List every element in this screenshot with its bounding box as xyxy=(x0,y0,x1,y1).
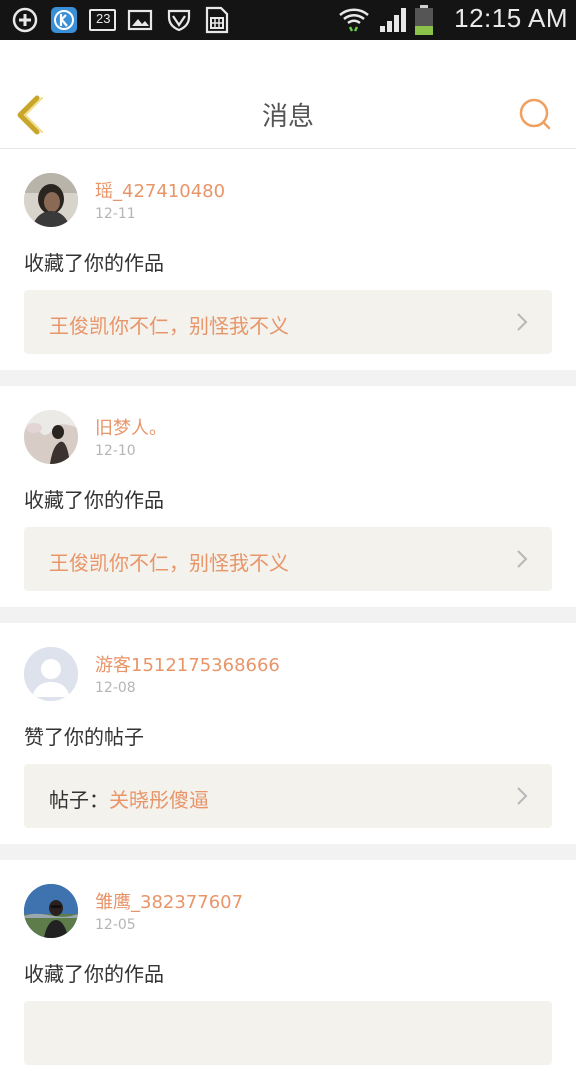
message-item[interactable]: 瑶_427410480 12-11 收藏了你的作品 王俊凯你不仁，别怪我不义 xyxy=(0,149,576,370)
message-date: 12-10 xyxy=(95,443,136,459)
user-photo-icon xyxy=(24,410,78,464)
signal-icon xyxy=(380,8,406,32)
chevron-right-icon xyxy=(517,550,528,568)
divider xyxy=(0,370,576,386)
message-action: 收藏了你的作品 xyxy=(24,251,164,275)
page-title: 消息 xyxy=(261,102,314,132)
wifi-icon xyxy=(339,8,369,32)
notification-count: 23 xyxy=(96,11,111,26)
referenced-post-link[interactable]: 帖子：关晓彤傻逼 xyxy=(24,764,552,828)
message-action: 赞了你的帖子 xyxy=(24,725,144,749)
message-item[interactable]: 游客1512175368666 12-08 赞了你的帖子 帖子：关晓彤傻逼 xyxy=(0,623,576,844)
referenced-work-link[interactable] xyxy=(24,1001,552,1065)
message-date: 12-08 xyxy=(95,680,136,696)
user-photo-icon xyxy=(24,884,78,938)
k-app-icon xyxy=(51,7,77,33)
divider xyxy=(0,607,576,623)
message-action: 收藏了你的作品 xyxy=(24,488,164,512)
username[interactable]: 游客1512175368666 xyxy=(95,651,280,677)
status-bar: 23 12:15 AM xyxy=(0,0,576,40)
image-icon xyxy=(127,9,153,31)
shield-icon xyxy=(167,9,191,32)
nav-header: 消息 xyxy=(0,40,576,149)
referenced-title: 王俊凯你不仁，别怪我不义 xyxy=(49,310,289,339)
chevron-right-icon xyxy=(517,787,528,805)
user-photo-icon xyxy=(24,173,78,227)
ref-title: 关晓彤傻逼 xyxy=(109,788,209,812)
avatar[interactable] xyxy=(24,884,78,938)
message-item[interactable]: 旧梦人。 12-10 收藏了你的作品 王俊凯你不仁，别怪我不义 xyxy=(0,386,576,607)
avatar[interactable] xyxy=(24,173,78,227)
referenced-title: 帖子：关晓彤傻逼 xyxy=(49,784,209,813)
message-action: 收藏了你的作品 xyxy=(24,962,164,986)
search-icon[interactable] xyxy=(516,94,556,134)
message-list: 瑶_427410480 12-11 收藏了你的作品 王俊凯你不仁，别怪我不义 旧… xyxy=(0,149,576,1081)
sim-card-icon xyxy=(205,6,229,34)
avatar[interactable] xyxy=(24,647,78,701)
username[interactable]: 旧梦人。 xyxy=(95,414,167,440)
ref-title: 王俊凯你不仁，别怪我不义 xyxy=(49,551,289,575)
add-circle-icon xyxy=(12,7,38,33)
default-avatar-icon xyxy=(24,647,78,701)
username[interactable]: 雏鹰_382377607 xyxy=(95,888,243,914)
message-date: 12-11 xyxy=(95,206,136,222)
referenced-work-link[interactable]: 王俊凯你不仁，别怪我不义 xyxy=(24,290,552,354)
battery-icon xyxy=(415,5,433,35)
username[interactable]: 瑶_427410480 xyxy=(95,177,225,203)
ref-title: 王俊凯你不仁，别怪我不义 xyxy=(49,314,289,338)
clock: 12:15 AM xyxy=(454,3,568,33)
referenced-work-link[interactable]: 王俊凯你不仁，别怪我不义 xyxy=(24,527,552,591)
divider xyxy=(0,844,576,860)
message-date: 12-05 xyxy=(95,917,136,933)
avatar[interactable] xyxy=(24,410,78,464)
ref-prefix: 帖子： xyxy=(49,788,109,812)
referenced-title: 王俊凯你不仁，别怪我不义 xyxy=(49,547,289,576)
chevron-right-icon xyxy=(517,313,528,331)
notification-count-icon: 23 xyxy=(89,9,116,31)
message-item[interactable]: 雏鹰_382377607 12-05 收藏了你的作品 xyxy=(0,860,576,1081)
